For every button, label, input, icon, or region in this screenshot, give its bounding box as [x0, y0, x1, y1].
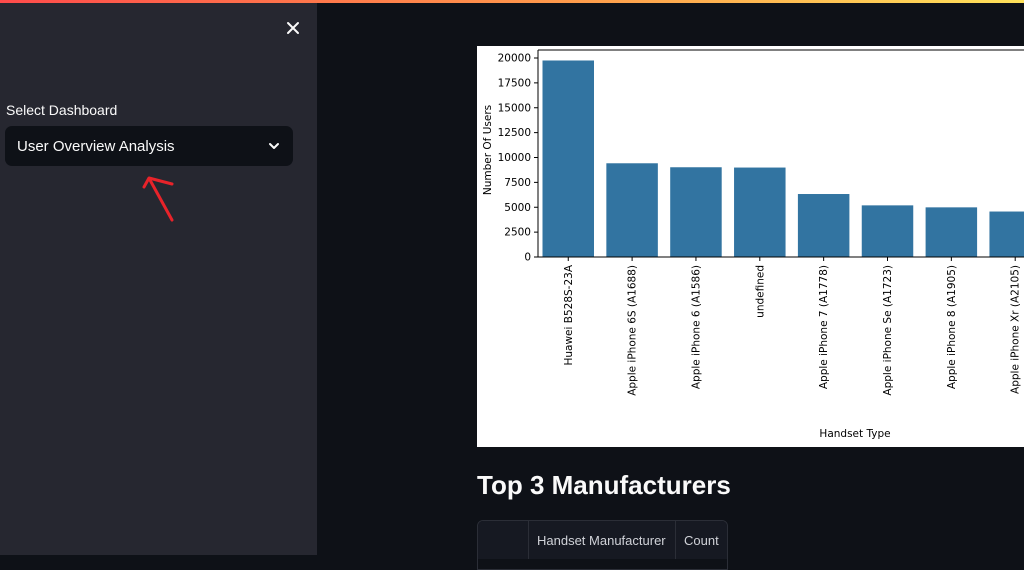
- y-tick-label: 0: [524, 252, 531, 264]
- y-tick-label: 20000: [498, 53, 531, 65]
- select-dashboard-label: Select Dashboard: [6, 102, 118, 118]
- y-tick-label: 17500: [498, 77, 531, 89]
- y-axis-label: Number Of Users: [482, 105, 494, 195]
- close-icon: [287, 22, 299, 34]
- y-tick-label: 10000: [498, 152, 531, 164]
- dashboard-select-value: User Overview Analysis: [17, 137, 175, 155]
- close-sidebar-button[interactable]: [282, 17, 304, 39]
- dashboard-select[interactable]: User Overview Analysis: [5, 126, 293, 166]
- chart-bar: [542, 60, 594, 257]
- chart-bar: [989, 211, 1024, 257]
- chart-bar: [861, 205, 914, 257]
- table-header-count[interactable]: Count: [676, 521, 727, 559]
- chart-bar: [925, 207, 978, 257]
- table-header-handset-manufacturer[interactable]: Handset Manufacturer: [529, 521, 676, 559]
- chart-svg: 0 2500 5000 7500 10000 12500 15000 17500 20000 Hu…: [482, 49, 1024, 440]
- chart-bar: [670, 167, 722, 257]
- x-tick-label: Apple iPhone 7 (A1778): [818, 265, 830, 389]
- chart-bar: [797, 194, 850, 257]
- manufacturers-table: Handset Manufacturer Count: [477, 520, 728, 570]
- x-tick-label: Apple iPhone Se (A1723): [882, 265, 894, 396]
- x-tick-label: Apple iPhone 6S (A1688): [627, 265, 639, 396]
- handset-bar-chart: 0 2500 5000 7500 10000 12500 15000 17500 20000 Hu…: [477, 46, 1024, 447]
- x-axis-label: Handset Type: [819, 428, 890, 440]
- sidebar: Select Dashboard User Overview Analysis: [0, 3, 317, 555]
- chart-bar: [606, 163, 658, 257]
- section-title: Top 3 Manufacturers: [477, 470, 731, 500]
- x-tick-label: undefined: [754, 265, 766, 318]
- y-tick-label: 2500: [504, 227, 531, 239]
- x-tick-label: Apple iPhone 6 (A1586): [690, 265, 702, 389]
- chevron-down-icon: [269, 143, 279, 149]
- chart-bar: [734, 167, 786, 257]
- y-tick-label: 7500: [504, 177, 531, 189]
- x-tick-label: Apple iPhone 8 (A1905): [946, 265, 958, 389]
- annotation-arrow: [142, 176, 174, 222]
- x-tick-label: Huawei B528S-23A: [563, 264, 575, 365]
- y-tick-label: 5000: [504, 202, 531, 214]
- table-header-index[interactable]: [478, 521, 529, 559]
- y-tick-label: 15000: [498, 102, 531, 114]
- y-tick-label: 12500: [498, 127, 531, 139]
- x-tick-label: Apple iPhone Xr (A2105): [1010, 265, 1022, 394]
